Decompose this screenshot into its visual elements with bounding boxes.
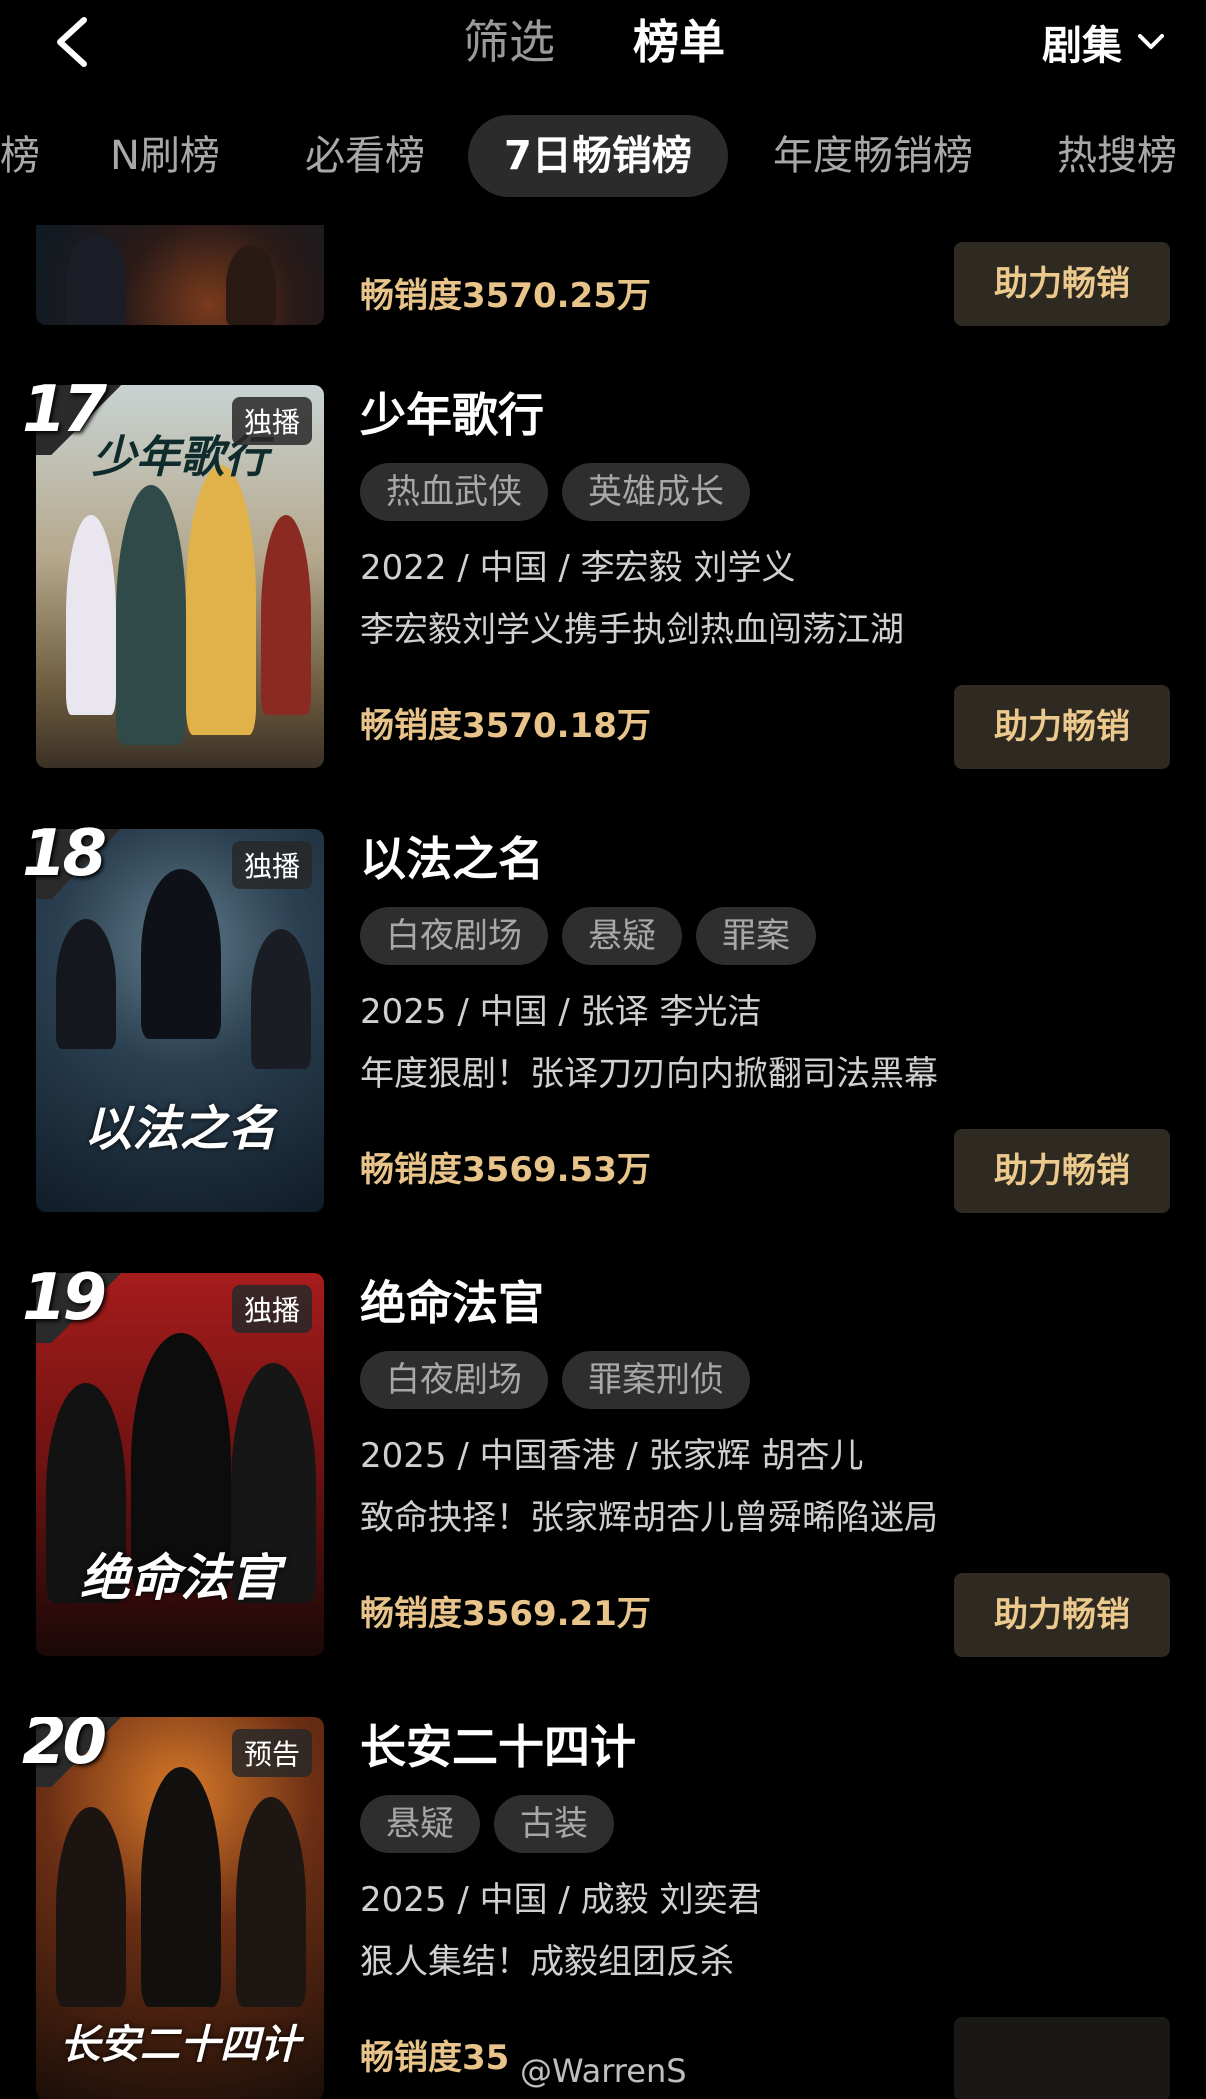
top-bar: 筛选 榜单 剧集 [0,0,1206,92]
tag-list: 白夜剧场 罪案刑侦 [360,1351,750,1409]
drama-title[interactable]: 绝命法官 [360,1273,544,1333]
drama-title[interactable]: 长安二十四计 [360,1717,636,1777]
drama-description: 致命抉择！张家辉胡杏儿曾舜晞陷迷局 [360,1498,938,1538]
category-label: 剧集 [1042,23,1122,69]
tag[interactable]: 悬疑 [360,1795,480,1853]
poster-title: 以法之名 [83,1101,276,1157]
tag-list: 悬疑 古装 [360,1795,614,1853]
list-item[interactable]: 17 少年歌行 独播 少年歌行 热血武侠 英雄成长 2022 / 中国 / 李宏… [0,373,1206,829]
tag[interactable]: 古装 [494,1795,614,1853]
exclusive-badge: 独播 [231,397,312,445]
rank-number: 19 [22,1261,107,1335]
drama-description: 年度狠剧！张译刀刃向内掀翻司法黑幕 [360,1054,938,1094]
boost-sales-button[interactable]: 助力畅销 [954,2017,1170,2099]
back-icon[interactable] [50,14,94,70]
exclusive-badge: 独播 [231,841,312,889]
tab-must-watch[interactable]: 必看榜 [305,115,425,197]
rank-number: 17 [22,373,107,447]
tab-partial[interactable]: 榜 [0,115,40,197]
boost-sales-button[interactable]: 助力畅销 [954,1573,1170,1657]
exclusive-badge: 独播 [231,1285,312,1333]
sales-value: 畅销度35 [360,2038,510,2078]
drama-meta: 2025 / 中国 / 成毅 刘奕君 [360,1880,762,1920]
sales-value: 畅销度3570.18万 [360,706,651,746]
watermark: @WarrenS [520,2052,687,2090]
tag[interactable]: 悬疑 [562,907,682,965]
rank-number: 18 [22,817,107,891]
drama-description: 狠人集结！成毅组团反杀 [360,1942,734,1982]
trailer-badge: 预告 [231,1729,312,1777]
drama-title[interactable]: 少年歌行 [360,385,544,445]
sales-value: 畅销度3570.25万 [360,276,651,316]
drama-meta: 2022 / 中国 / 李宏毅 刘学义 [360,548,796,588]
tag[interactable]: 罪案刑侦 [562,1351,750,1409]
poster-title: 长安二十四计 [60,2021,300,2068]
tab-hot-search[interactable]: 热搜榜 [1057,115,1177,197]
tag[interactable]: 白夜剧场 [360,907,548,965]
tag[interactable]: 白夜剧场 [360,1351,548,1409]
list-item[interactable]: 19 绝命法官 独播 绝命法官 白夜剧场 罪案刑侦 2025 / 中国香港 / … [0,1261,1206,1717]
sales-value: 畅销度3569.53万 [360,1150,651,1190]
sales-value: 畅销度3569.21万 [360,1594,651,1634]
tag[interactable]: 罪案 [696,907,816,965]
drama-meta: 2025 / 中国 / 张译 李光洁 [360,992,762,1032]
category-dropdown[interactable]: 剧集 [1042,14,1166,70]
tag-list: 白夜剧场 悬疑 罪案 [360,907,816,965]
rank-number: 20 [22,1717,107,1779]
tag[interactable]: 英雄成长 [562,463,750,521]
boost-sales-button[interactable]: 助力畅销 [954,1129,1170,1213]
boost-sales-button[interactable]: 助力畅销 [954,685,1170,769]
tab-7day-bestseller[interactable]: 7日畅销榜 [468,115,728,197]
drama-meta: 2025 / 中国香港 / 张家辉 胡杏儿 [360,1436,864,1476]
drama-title[interactable]: 以法之名 [360,829,544,889]
list-item[interactable]: 18 以法之名 独播 以法之名 白夜剧场 悬疑 罪案 2025 / 中国 / 张… [0,817,1206,1273]
boost-sales-button[interactable]: 助力畅销 [954,242,1170,326]
tab-annual-bestseller[interactable]: 年度畅销榜 [773,115,973,197]
list-item[interactable]: 20 长安二十四计 预告 长安二十四计 悬疑 古装 2025 / 中国 / 成毅… [0,1717,1206,2099]
chevron-down-icon [1138,34,1164,49]
poster-title: 绝命法官 [80,1548,280,1607]
tab-nshua[interactable]: N刷榜 [110,115,220,197]
ranking-tabs: 榜 N刷榜 必看榜 7日畅销榜 年度畅销榜 热搜榜 [0,115,1206,197]
poster-image [36,225,324,325]
list-item[interactable]: 畅销度3570.25万 助力畅销 [0,225,1206,326]
rank-tab[interactable]: 榜单 [633,12,725,72]
drama-description: 李宏毅刘学义携手执剑热血闯荡江湖 [360,610,904,650]
filter-tab[interactable]: 筛选 [463,12,555,72]
tag[interactable]: 热血武侠 [360,463,548,521]
tag-list: 热血武侠 英雄成长 [360,463,750,521]
